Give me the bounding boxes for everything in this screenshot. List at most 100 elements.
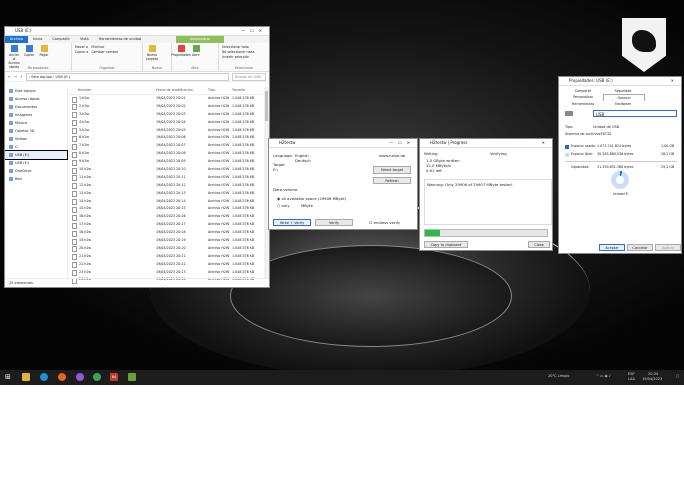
file-row[interactable]: 7.h2w 19/04/2023 20:07 Archivo H2W 1.048.57…: [68, 142, 263, 150]
window-controls[interactable]: —☐✕: [389, 139, 415, 147]
file-row[interactable]: 18.h2w 19/04/2023 20:18 Archivo H2W 1.048.5…: [68, 229, 263, 237]
column-size[interactable]: Tamaño: [232, 87, 252, 94]
rename-button[interactable]: Cambiar nombre: [91, 50, 118, 55]
h2testw-taskbar-icon[interactable]: [128, 373, 136, 381]
h2testw-titlebar: H2testw —☐✕: [269, 139, 417, 148]
back-icon[interactable]: ←: [8, 75, 11, 79]
tab-inicio[interactable]: Inicio: [28, 36, 47, 43]
nav-item[interactable]: C:: [5, 143, 67, 151]
radio-deutsch[interactable]: Deutsch: [295, 158, 311, 163]
file-row[interactable]: 9.h2w 19/04/2023 20:09 Archivo H2W 1.048.57…: [68, 158, 263, 166]
file-row[interactable]: 8.h2w 19/04/2023 20:08 Archivo H2W 1.048.57…: [68, 150, 263, 158]
ribbon-group-new: Nueva carpeta Nuevo: [143, 43, 172, 71]
properties-tab[interactable]: Hardware: [603, 101, 643, 107]
start-button[interactable]: ⊞: [5, 373, 11, 381]
tab-herramientas-unidad[interactable]: Herramientas de unidad: [94, 36, 146, 43]
verify-button[interactable]: Verify: [315, 219, 353, 226]
ok-button[interactable]: Aceptar: [599, 244, 625, 251]
nav-item[interactable]: USB (E:): [5, 150, 68, 160]
nav-item[interactable]: Este equipo: [5, 87, 67, 95]
nav-item[interactable]: Acceso rápido: [5, 95, 67, 103]
file-icon: [72, 120, 77, 127]
file-row[interactable]: 1.h2w 19/04/2023 20:01 Archivo H2W 1.048.57…: [68, 95, 263, 103]
cancel-button[interactable]: Cancelar: [627, 244, 653, 251]
file-type: Archivo H2W: [208, 182, 230, 187]
file-row[interactable]: 13.h2w 19/04/2023 20:13 Archivo H2W 1.048.5…: [68, 190, 263, 198]
close-icon[interactable]: ✕: [671, 77, 679, 85]
clock-date[interactable]: 19/04/2023: [642, 377, 662, 381]
forward-icon[interactable]: →: [14, 75, 17, 79]
file-row[interactable]: 19.h2w 19/04/2023 20:19 Archivo H2W 1.048.5…: [68, 237, 263, 245]
tab-archivo[interactable]: Archivo: [5, 36, 29, 43]
site-link[interactable]: www.heise.de: [379, 153, 405, 158]
tab-compartir[interactable]: Compartir: [47, 36, 75, 43]
file-row[interactable]: 2.h2w 19/04/2023 20:02 Archivo H2W 1.048.57…: [68, 103, 263, 111]
nav-item[interactable]: Vídeos: [5, 135, 67, 143]
file-name: 23.h2w: [79, 269, 92, 274]
up-icon[interactable]: ↑: [20, 75, 23, 79]
app-taskbar-icon[interactable]: [76, 373, 84, 381]
file-row[interactable]: 3.h2w 19/04/2023 20:03 Archivo H2W 1.048.57…: [68, 111, 263, 119]
clock-time[interactable]: 20:34: [648, 372, 658, 376]
file-row[interactable]: 22.h2w 19/04/2023 20:22 Archivo H2W 1.048.5…: [68, 261, 263, 269]
column-date[interactable]: Fecha de modificación: [156, 87, 208, 94]
chrome-taskbar-icon[interactable]: [93, 373, 101, 381]
column-type[interactable]: Tipo: [208, 87, 232, 94]
file-row[interactable]: 11.h2w 19/04/2023 20:11 Archivo H2W 1.048.5…: [68, 174, 263, 182]
column-name[interactable]: Nombre: [68, 87, 156, 94]
nav-item[interactable]: USB (E:): [5, 159, 67, 167]
file-type: Archivo H2W: [208, 135, 230, 140]
file-name: 20.h2w: [79, 245, 92, 250]
file-row[interactable]: 17.h2w 19/04/2023 20:17 Archivo H2W 1.048.5…: [68, 221, 263, 229]
firefox-taskbar-icon[interactable]: [58, 373, 66, 381]
file-row[interactable]: 21.h2w 19/04/2023 20:21 Archivo H2W 1.048.5…: [68, 253, 263, 261]
invert-selection-button[interactable]: Invertir selección: [222, 55, 254, 60]
nav-item[interactable]: OneDrive: [5, 167, 67, 175]
file-row[interactable]: 10.h2w 19/04/2023 20:10 Archivo H2W 1.048.5…: [68, 166, 263, 174]
nav-item[interactable]: Red: [5, 175, 67, 183]
file-row[interactable]: 4.h2w 19/04/2023 20:04 Archivo H2W 1.048.57…: [68, 119, 263, 127]
nav-item[interactable]: Documentos: [5, 103, 67, 111]
close-button[interactable]: Close: [528, 241, 550, 248]
file-row[interactable]: 20.h2w 19/04/2023 20:20 Archivo H2W 1.048.5…: [68, 245, 263, 253]
file-row[interactable]: 15.h2w 19/04/2023 20:15 Archivo H2W 1.048.5…: [68, 205, 263, 213]
file-row[interactable]: 12.h2w 19/04/2023 20:12 Archivo H2W 1.048.5…: [68, 182, 263, 190]
h2testw-window: H2testw —☐✕ Language: English Deutsch ww…: [268, 138, 418, 230]
copy-clipboard-button[interactable]: Copy to clipboard: [424, 241, 468, 248]
tray-icons[interactable]: ^ ▭ ◉ ♪: [596, 374, 611, 378]
copy-to-button[interactable]: Copiar a: [75, 50, 88, 55]
edge-taskbar-icon[interactable]: [40, 373, 48, 381]
radio-all-space[interactable]: ◉ all available space (29906 MByte): [277, 196, 346, 201]
nav-item[interactable]: Música: [5, 119, 67, 127]
notifications-icon[interactable]: ▢: [676, 374, 679, 378]
endless-verify-checkbox[interactable]: ☐ endless verify: [369, 220, 400, 225]
tab-administrar[interactable]: Administrar: [176, 36, 225, 43]
write-verify-button[interactable]: Write + Verify: [273, 219, 311, 226]
apply-button[interactable]: Aplicar: [655, 244, 681, 251]
badge-taskbar-icon[interactable]: 64: [110, 373, 118, 381]
file-row[interactable]: 6.h2w 19/04/2023 20:06 Archivo H2W 1.048.57…: [68, 134, 263, 142]
file-row[interactable]: 23.h2w 19/04/2023 20:23 Archivo H2W 1.048.5…: [68, 269, 263, 277]
tab-vista[interactable]: Vista: [75, 36, 94, 43]
weather-widget[interactable]: 20°C Limpio: [548, 374, 569, 378]
file-explorer-window: USB (E:) —☐✕ Archivo Inicio Compartir Vi…: [4, 26, 270, 288]
drive-name-input[interactable]: USB: [593, 110, 677, 117]
close-icon[interactable]: ✕: [542, 139, 550, 147]
window-controls[interactable]: —☐✕: [241, 27, 267, 35]
file-row[interactable]: 16.h2w 19/04/2023 20:16 Archivo H2W 1.048.5…: [68, 213, 263, 221]
language-indicator-2[interactable]: LAA: [628, 377, 635, 381]
select-target-button[interactable]: Select target: [373, 166, 411, 174]
properties-tab[interactable]: Personalizar: [563, 94, 603, 100]
search-input[interactable]: Buscar en USB: [232, 72, 266, 81]
properties-tab[interactable]: Herramientas: [563, 101, 603, 107]
nav-item[interactable]: Objetos 3D: [5, 127, 67, 135]
file-row[interactable]: 5.h2w 19/04/2023 20:05 Archivo H2W 1.048.57…: [68, 127, 263, 135]
file-explorer-taskbar-icon[interactable]: [22, 373, 30, 381]
nav-item[interactable]: Imágenes: [5, 111, 67, 119]
properties-tab[interactable]: General: [603, 94, 645, 101]
radio-only[interactable]: ○ only: [277, 203, 290, 208]
file-row[interactable]: 14.h2w 19/04/2023 20:14 Archivo H2W 1.048.5…: [68, 198, 263, 206]
language-indicator[interactable]: ESP: [628, 372, 635, 376]
address-bar[interactable]: › Este equipo › USB (E:): [25, 72, 229, 81]
refresh-button[interactable]: Refresh: [373, 177, 411, 184]
